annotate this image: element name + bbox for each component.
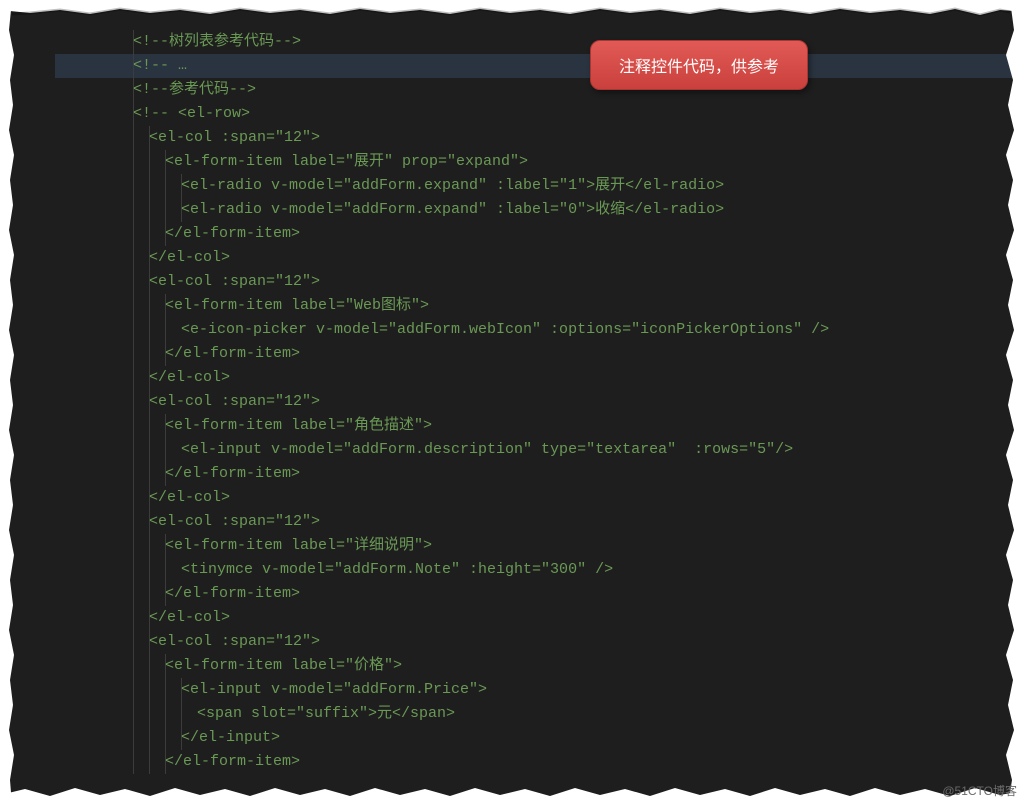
code-line[interactable]: <tinymce v-model="addForm.Note" :height=… [55, 558, 1017, 582]
code-line[interactable]: <!--树列表参考代码--> [55, 30, 1017, 54]
code-line[interactable]: </el-col> [55, 246, 1017, 270]
code-line[interactable]: <el-form-item label="展开" prop="expand"> [55, 150, 1017, 174]
code-line[interactable]: <span slot="suffix">元</span> [55, 702, 1017, 726]
code-line[interactable]: <el-col :span="12"> [55, 270, 1017, 294]
code-line[interactable]: <el-col :span="12"> [55, 510, 1017, 534]
code-line[interactable]: <!-- <el-row> [55, 102, 1017, 126]
code-line[interactable]: </el-form-item> [55, 750, 1017, 774]
gutter [0, 0, 55, 805]
code-line[interactable]: <e-icon-picker v-model="addForm.webIcon"… [55, 318, 1017, 342]
annotation-callout: 注释控件代码，供参考 [590, 40, 808, 90]
code-content[interactable]: <!--树列表参考代码--><!-- …<!--参考代码--><!-- <el-… [55, 30, 1017, 785]
code-line[interactable]: <!-- … [55, 54, 1017, 78]
code-line[interactable]: <el-col :span="12"> [55, 630, 1017, 654]
code-line[interactable]: <el-col :span="12"> [55, 390, 1017, 414]
code-line[interactable]: </el-input> [55, 726, 1017, 750]
code-line[interactable]: </el-col> [55, 366, 1017, 390]
code-line[interactable]: <el-form-item label="价格"> [55, 654, 1017, 678]
code-line[interactable]: </el-form-item> [55, 222, 1017, 246]
code-line[interactable]: </el-col> [55, 486, 1017, 510]
code-line[interactable]: <!--参考代码--> [55, 78, 1017, 102]
code-line[interactable]: </el-form-item> [55, 342, 1017, 366]
callout-bubble: 注释控件代码，供参考 [590, 40, 808, 90]
code-line[interactable]: <el-radio v-model="addForm.expand" :labe… [55, 174, 1017, 198]
callout-text: 注释控件代码，供参考 [619, 59, 779, 76]
code-line[interactable]: <el-form-item label="角色描述"> [55, 414, 1017, 438]
code-line[interactable]: </el-form-item> [55, 582, 1017, 606]
code-line[interactable]: <el-input v-model="addForm.Price"> [55, 678, 1017, 702]
code-line[interactable]: </el-col> [55, 606, 1017, 630]
code-editor: <!--树列表参考代码--><!-- …<!--参考代码--><!-- <el-… [0, 0, 1027, 805]
watermark: @51CTO博客 [942, 782, 1017, 799]
code-line[interactable]: <el-form-item label="详细说明"> [55, 534, 1017, 558]
code-line[interactable]: <el-input v-model="addForm.description" … [55, 438, 1017, 462]
code-line[interactable]: </el-form-item> [55, 462, 1017, 486]
code-line[interactable]: <el-col :span="12"> [55, 126, 1017, 150]
code-line[interactable]: <el-radio v-model="addForm.expand" :labe… [55, 198, 1017, 222]
code-line[interactable]: <el-form-item label="Web图标"> [55, 294, 1017, 318]
